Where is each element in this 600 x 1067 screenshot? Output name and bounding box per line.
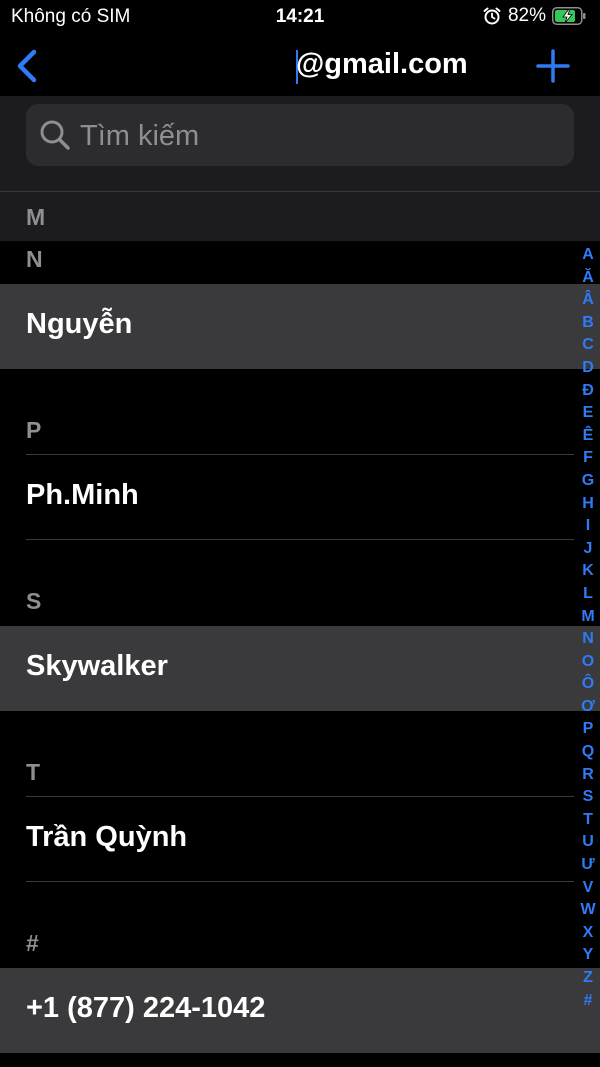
contact-row[interactable]: Skywalker bbox=[0, 626, 600, 711]
index-letter[interactable]: X bbox=[576, 922, 600, 945]
index-letter[interactable]: A bbox=[576, 244, 600, 267]
index-letter[interactable]: H bbox=[576, 493, 600, 516]
section-header-s: S bbox=[26, 588, 42, 614]
index-letter[interactable]: L bbox=[576, 583, 600, 606]
contact-name: Nguyễn bbox=[26, 308, 133, 340]
search-icon bbox=[40, 120, 70, 150]
index-letter[interactable]: P bbox=[576, 718, 600, 741]
chevron-left-icon[interactable] bbox=[10, 46, 44, 86]
page-title: @gmail.com bbox=[296, 48, 468, 80]
contact-name: Ph.Minh bbox=[26, 479, 139, 511]
index-letter[interactable]: Ơ bbox=[576, 696, 600, 719]
battery-charging-icon bbox=[552, 7, 586, 25]
search-bar[interactable] bbox=[26, 104, 574, 168]
index-letter[interactable]: W bbox=[576, 899, 600, 922]
index-letter[interactable]: Đ bbox=[576, 380, 600, 403]
index-letter[interactable]: Ư bbox=[576, 854, 600, 877]
section-header-p: P bbox=[26, 417, 42, 443]
index-letter[interactable]: I bbox=[576, 515, 600, 538]
index-letter[interactable]: U bbox=[576, 831, 600, 854]
index-letter[interactable]: Ă bbox=[576, 267, 600, 290]
index-letter[interactable]: S bbox=[576, 786, 600, 809]
contact-row[interactable]: +1 (877) 224-1042 bbox=[0, 968, 600, 1053]
index-letter[interactable]: Â bbox=[576, 289, 600, 312]
status-indicators: 82% bbox=[482, 5, 586, 27]
index-letter[interactable]: J bbox=[576, 538, 600, 561]
index-letter[interactable]: K bbox=[576, 560, 600, 583]
row-divider bbox=[26, 539, 574, 540]
index-letter[interactable]: B bbox=[576, 312, 600, 335]
contact-row[interactable]: Nguyễn bbox=[0, 284, 600, 369]
battery-percent: 82% bbox=[507, 5, 546, 26]
contact-name: +1 (877) 224-1042 bbox=[26, 992, 266, 1024]
alarm-icon bbox=[483, 7, 501, 25]
index-letter[interactable]: Ê bbox=[576, 425, 600, 448]
index-letter[interactable]: E bbox=[576, 402, 600, 425]
section-header-n: N bbox=[26, 246, 43, 272]
contact-row[interactable]: Ph.Minh bbox=[0, 455, 600, 540]
index-letter[interactable]: D bbox=[576, 357, 600, 380]
section-header-t: T bbox=[26, 759, 41, 785]
index-letter[interactable]: F bbox=[576, 447, 600, 470]
navigation-bar: @gmail.com bbox=[0, 38, 600, 96]
plus-icon[interactable] bbox=[534, 47, 572, 85]
status-bar: Không có SIM 14:21 82% bbox=[0, 0, 600, 34]
index-letter[interactable]: C bbox=[576, 334, 600, 357]
index-letter[interactable]: # bbox=[576, 990, 600, 1013]
section-header-hash: # bbox=[26, 930, 39, 956]
index-letter[interactable]: Z bbox=[576, 967, 600, 990]
index-letter[interactable]: T bbox=[576, 809, 600, 832]
index-letter[interactable]: R bbox=[576, 764, 600, 787]
index-letter[interactable]: Y bbox=[576, 944, 600, 967]
section-header-m: M bbox=[0, 192, 600, 241]
index-letter[interactable]: G bbox=[576, 470, 600, 493]
contact-name: Trần Quỳnh bbox=[26, 821, 188, 853]
index-letter[interactable]: O bbox=[576, 651, 600, 674]
row-divider bbox=[26, 881, 574, 882]
section-label: M bbox=[26, 204, 46, 230]
index-letter[interactable]: M bbox=[576, 606, 600, 629]
index-letter[interactable]: V bbox=[576, 877, 600, 900]
index-letter[interactable]: Q bbox=[576, 741, 600, 764]
contact-row[interactable]: Trần Quỳnh bbox=[0, 797, 600, 882]
index-letter[interactable]: Ô bbox=[576, 673, 600, 696]
section-index[interactable]: A Ă Â B C D Đ E Ê F G H I J K L M N O Ô Ơ P Q R S T U Ư V W X Y Z # bbox=[576, 244, 600, 1012]
contact-name: Skywalker bbox=[26, 650, 168, 682]
search-input[interactable] bbox=[78, 104, 562, 168]
index-letter[interactable]: N bbox=[576, 628, 600, 651]
